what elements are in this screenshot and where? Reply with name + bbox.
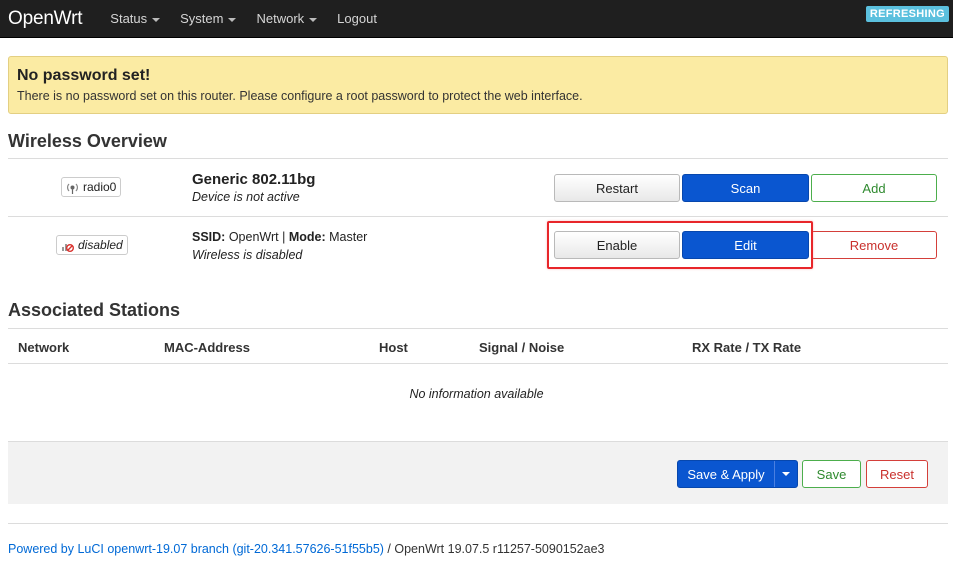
top-navbar: OpenWrt Status System Network Logout REF…: [0, 0, 953, 38]
firmware-version: / OpenWrt 19.07.5 r11257-5090152ae3: [383, 542, 605, 556]
ssid-mode-line: SSID: OpenWrt | Mode: Master: [192, 230, 367, 244]
brand-logo[interactable]: OpenWrt: [8, 8, 82, 30]
menu-status-label: Status: [110, 11, 148, 26]
separator: |: [282, 230, 286, 244]
menu-logout-label: Logout: [337, 11, 377, 26]
refreshing-badge[interactable]: REFRESHING: [865, 6, 949, 22]
column-signal-noise: Signal / Noise: [479, 340, 565, 355]
column-mac-address: MAC-Address: [164, 340, 250, 355]
remove-button[interactable]: Remove: [811, 231, 937, 259]
menu-system[interactable]: System: [180, 11, 237, 26]
device-name: Generic 802.11bg: [192, 171, 316, 188]
reset-button[interactable]: Reset: [866, 460, 928, 488]
menu-logout[interactable]: Logout: [337, 11, 377, 26]
radio-badge-label: radio0: [83, 180, 117, 194]
edit-button[interactable]: Edit: [682, 231, 809, 259]
network-status-label: disabled: [78, 238, 123, 252]
network-status-badge: disabled: [56, 235, 128, 255]
radio-badge: radio0: [61, 177, 122, 197]
caret-down-icon: [152, 17, 161, 22]
stations-table-header: Network MAC-Address Host Signal / Noise …: [8, 328, 948, 364]
caret-down-icon: [782, 472, 790, 476]
network-status: Wireless is disabled: [192, 248, 303, 262]
column-rx-tx-rate: RX Rate / TX Rate: [692, 340, 802, 355]
scan-button[interactable]: Scan: [682, 174, 809, 202]
wifi-radio-icon: [66, 181, 79, 194]
wifi-disabled-icon: [61, 239, 74, 252]
divider: [8, 216, 948, 217]
alert-title: No password set!: [17, 67, 151, 84]
caret-down-icon: [309, 17, 318, 22]
alert-text: There is no password set on this router.…: [17, 89, 583, 103]
device-status: Device is not active: [192, 190, 300, 204]
column-network: Network: [18, 340, 70, 355]
add-button[interactable]: Add: [811, 174, 937, 202]
restart-button[interactable]: Restart: [554, 174, 680, 202]
column-host: Host: [379, 340, 408, 355]
save-apply-button[interactable]: Save & Apply: [678, 461, 775, 487]
menu-network-label: Network: [256, 11, 305, 26]
menu-status[interactable]: Status: [110, 11, 161, 26]
wireless-overview-title: Wireless Overview: [8, 131, 167, 151]
menu-network[interactable]: Network: [256, 11, 318, 26]
save-apply-dropdown-toggle[interactable]: [775, 461, 797, 487]
ssid-value: OpenWrt: [228, 230, 279, 244]
no-information-message: No information available: [409, 387, 544, 401]
save-button[interactable]: Save: [802, 460, 861, 488]
caret-down-icon: [228, 17, 237, 22]
divider: [8, 523, 948, 524]
mode-label: Mode:: [288, 230, 326, 244]
mode-value: Master: [329, 230, 368, 244]
enable-button[interactable]: Enable: [554, 231, 680, 259]
menu-system-label: System: [180, 11, 224, 26]
no-password-alert: No password set! There is no password se…: [8, 56, 948, 114]
save-apply-split-button[interactable]: Save & Apply: [677, 460, 798, 488]
footer-text: Powered by LuCI openwrt-19.07 branch (gi…: [8, 542, 605, 556]
luci-link[interactable]: Powered by LuCI openwrt-19.07 branch (gi…: [8, 542, 384, 556]
associated-stations-title: Associated Stations: [8, 300, 181, 320]
ssid-label: SSID:: [192, 230, 226, 244]
divider: [8, 158, 948, 159]
